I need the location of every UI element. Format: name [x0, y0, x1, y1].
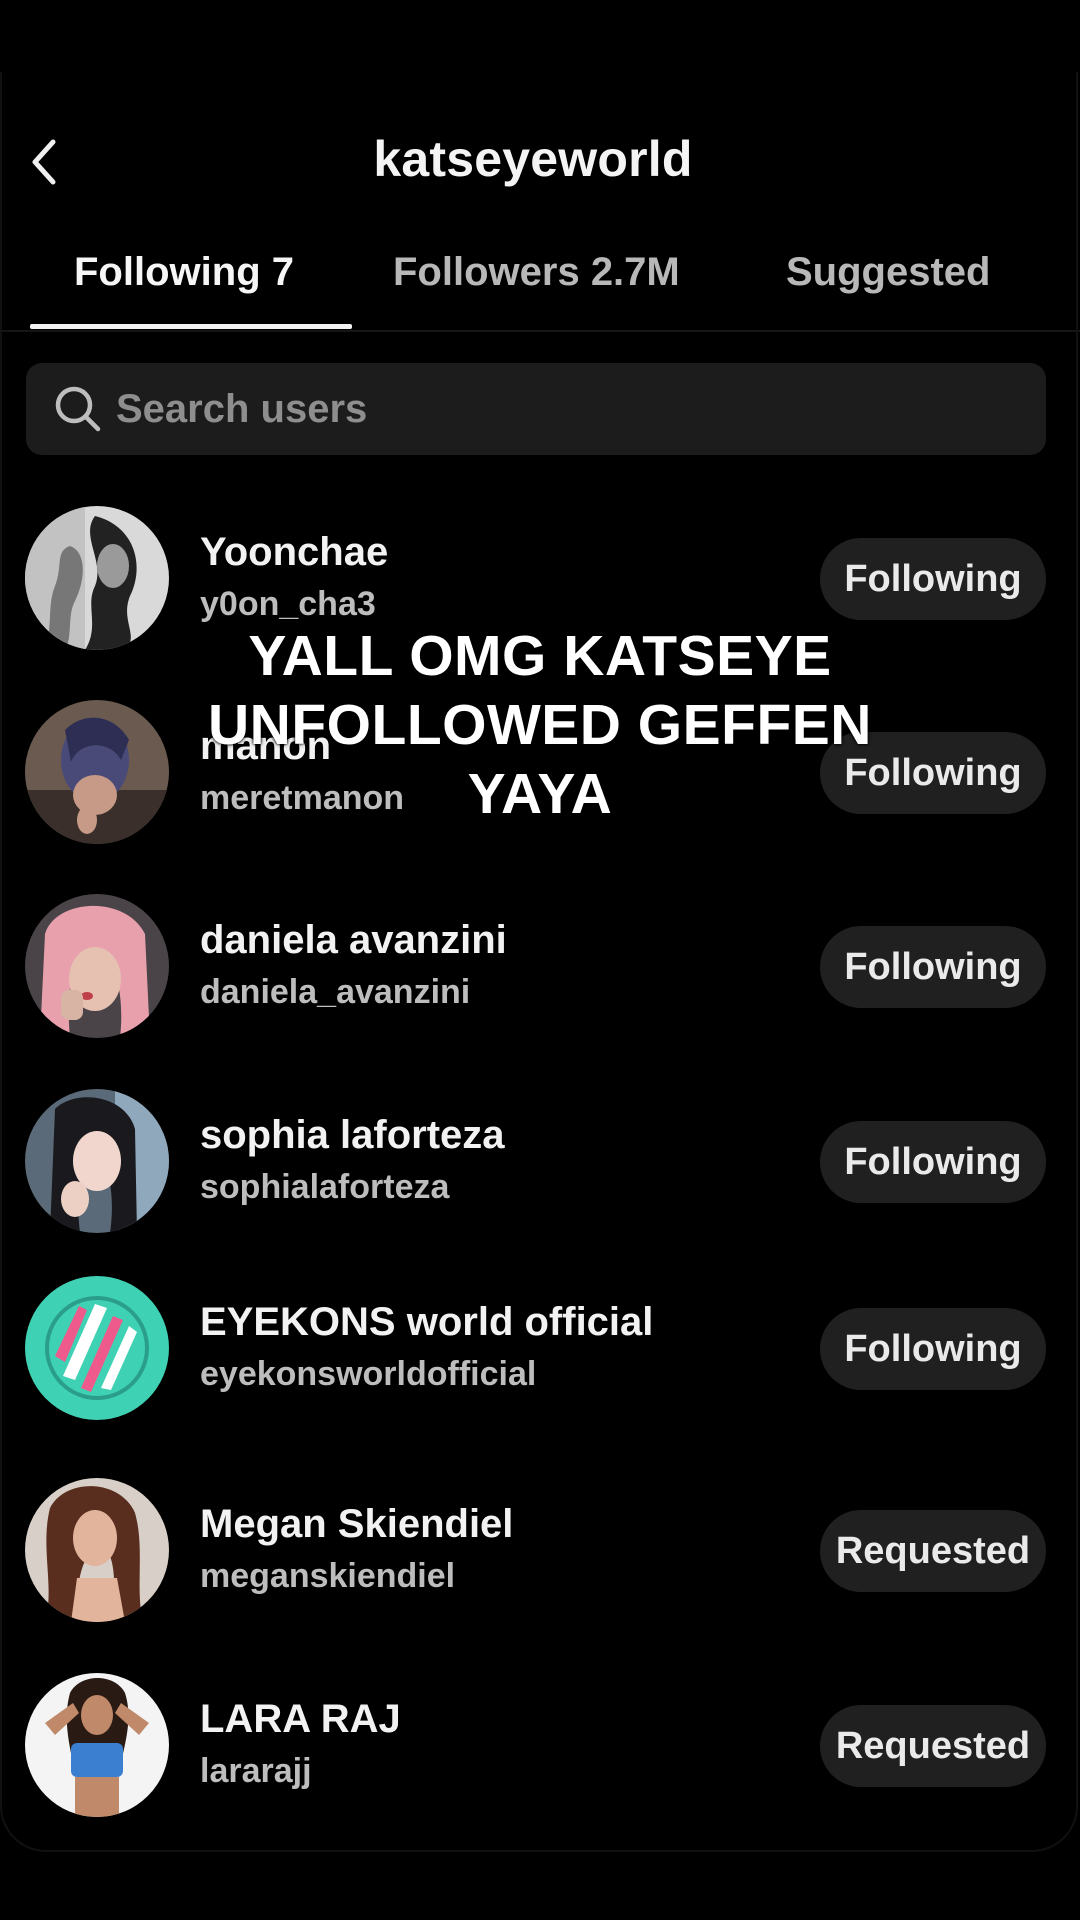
- active-tab-indicator: [30, 324, 352, 329]
- username: lararajj: [200, 1752, 312, 1790]
- avatar[interactable]: [25, 1673, 169, 1817]
- header: katseyeworld: [0, 120, 1080, 200]
- list-item[interactable]: EYEKONS world official eyekonsworldoffic…: [0, 1276, 1080, 1426]
- list-item[interactable]: daniela avanzini daniela_avanzini Follow…: [0, 894, 1080, 1044]
- page-title: katseyeworld: [373, 131, 693, 187]
- search-icon: [52, 383, 104, 435]
- list-item[interactable]: sophia laforteza sophialaforteza Followi…: [0, 1089, 1080, 1239]
- following-button[interactable]: Following: [820, 1121, 1046, 1203]
- eyekons-logo-icon: [25, 1276, 169, 1420]
- user-names: EYEKONS world official eyekonsworldoffic…: [200, 1298, 800, 1394]
- username: sophialaforteza: [200, 1168, 450, 1206]
- tab-suggested[interactable]: Suggested: [786, 250, 990, 295]
- tab-bar: Following 7 Followers 2.7M Suggested: [0, 240, 1080, 332]
- search-bar[interactable]: [26, 363, 1046, 455]
- caption-line: UNFOLLOWED GEFFEN: [208, 693, 872, 757]
- search-input[interactable]: [116, 386, 976, 432]
- tab-following[interactable]: Following 7: [74, 250, 294, 295]
- user-names: daniela avanzini daniela_avanzini: [200, 916, 800, 1012]
- display-name: LARA RAJ: [200, 1697, 401, 1741]
- user-names: Yoonchae y0on_cha3: [200, 528, 800, 624]
- user-names: Megan Skiendiel meganskiendiel: [200, 1500, 800, 1596]
- following-button[interactable]: Following: [820, 926, 1046, 1008]
- username: meganskiendiel: [200, 1557, 456, 1595]
- screen: katseyeworld Following 7 Followers 2.7M …: [0, 0, 1080, 1920]
- display-name: daniela avanzini: [200, 918, 507, 962]
- display-name: EYEKONS world official: [200, 1300, 654, 1344]
- user-names: LARA RAJ lararajj: [200, 1695, 800, 1791]
- avatar[interactable]: [25, 894, 169, 1038]
- avatar[interactable]: [25, 1089, 169, 1233]
- username: y0on_cha3: [200, 585, 376, 623]
- avatar[interactable]: [25, 1276, 169, 1420]
- display-name: Yoonchae: [200, 530, 389, 574]
- caption-line: YALL OMG KATSEYE: [248, 624, 832, 688]
- username: daniela_avanzini: [200, 973, 471, 1011]
- caption-line: YAYA: [467, 762, 613, 826]
- tab-followers[interactable]: Followers 2.7M: [393, 250, 680, 295]
- following-button[interactable]: Following: [820, 1308, 1046, 1390]
- requested-button[interactable]: Requested: [820, 1510, 1046, 1592]
- avatar[interactable]: [25, 1478, 169, 1622]
- display-name: sophia laforteza: [200, 1113, 505, 1157]
- list-item[interactable]: Megan Skiendiel meganskiendiel Requested: [0, 1478, 1080, 1628]
- list-item[interactable]: LARA RAJ lararajj Requested: [0, 1673, 1080, 1823]
- following-button[interactable]: Following: [820, 538, 1046, 620]
- display-name: Megan Skiendiel: [200, 1502, 514, 1546]
- username: eyekonsworldofficial: [200, 1355, 537, 1393]
- overlay-caption: YALL OMG KATSEYE UNFOLLOWED GEFFEN YAYA: [140, 622, 940, 829]
- user-names: sophia laforteza sophialaforteza: [200, 1111, 800, 1207]
- requested-button[interactable]: Requested: [820, 1705, 1046, 1787]
